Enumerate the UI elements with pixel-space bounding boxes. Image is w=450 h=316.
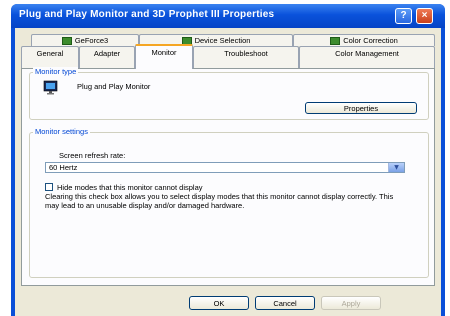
tab-color-management[interactable]: Color Management <box>299 46 435 68</box>
tab-geforce3[interactable]: GeForce3 <box>31 34 139 46</box>
color-icon <box>330 37 341 46</box>
apply-button[interactable]: Apply <box>321 296 381 310</box>
properties-dialog: Plug and Play Monitor and 3D Prophet III… <box>11 4 445 316</box>
hide-modes-description: Clearing this check box allows you to se… <box>45 192 394 210</box>
window-title: Plug and Play Monitor and 3D Prophet III… <box>19 9 275 20</box>
tab-label: Color Management <box>335 49 399 58</box>
ok-button-label: OK <box>213 299 225 308</box>
properties-button-label: Properties <box>343 104 379 113</box>
apply-button-label: Apply <box>341 299 361 308</box>
tab-color-correction[interactable]: Color Correction <box>293 34 435 46</box>
tab-label: Troubleshoot <box>224 49 268 58</box>
refresh-rate-label: Screen refresh rate: <box>59 151 126 160</box>
geforce-icon <box>61 37 72 46</box>
hide-modes-label[interactable]: Hide modes that this monitor cannot disp… <box>57 183 203 192</box>
tab-label: Monitor <box>151 48 177 57</box>
tab-monitor[interactable]: Monitor <box>135 44 193 69</box>
tab-label: Adapter <box>93 49 121 58</box>
cancel-button-label: Cancel <box>273 299 297 308</box>
chevron-down-icon[interactable]: ▼ <box>388 163 404 172</box>
monitor-settings-label: Monitor settings <box>33 127 90 136</box>
refresh-rate-value: 60 Hertz <box>49 163 78 172</box>
tab-troubleshoot[interactable]: Troubleshoot <box>193 46 299 68</box>
tab-adapter[interactable]: Adapter <box>79 46 135 68</box>
ok-button[interactable]: OK <box>189 296 249 310</box>
title-bar[interactable]: Plug and Play Monitor and 3D Prophet III… <box>11 4 445 28</box>
close-button[interactable]: × <box>416 8 433 24</box>
help-button[interactable]: ? <box>395 8 412 24</box>
refresh-rate-select[interactable]: 60 Hertz ▼ <box>45 162 405 173</box>
tab-label: General <box>36 49 64 58</box>
tab-label: Device Selection <box>194 36 251 45</box>
properties-button[interactable]: Properties <box>305 102 417 114</box>
monitor-icon <box>43 80 58 95</box>
tab-label: GeForce3 <box>74 36 109 45</box>
tab-general[interactable]: General <box>21 46 79 68</box>
hide-modes-checkbox[interactable] <box>45 183 53 191</box>
tab-label: Color Correction <box>343 36 398 45</box>
dialog-client-area: GeForce3 Device Selection Color Correcti… <box>15 28 441 316</box>
cancel-button[interactable]: Cancel <box>255 296 315 310</box>
monitor-name: Plug and Play Monitor <box>77 82 151 91</box>
monitor-type-label: Monitor type <box>33 67 79 76</box>
